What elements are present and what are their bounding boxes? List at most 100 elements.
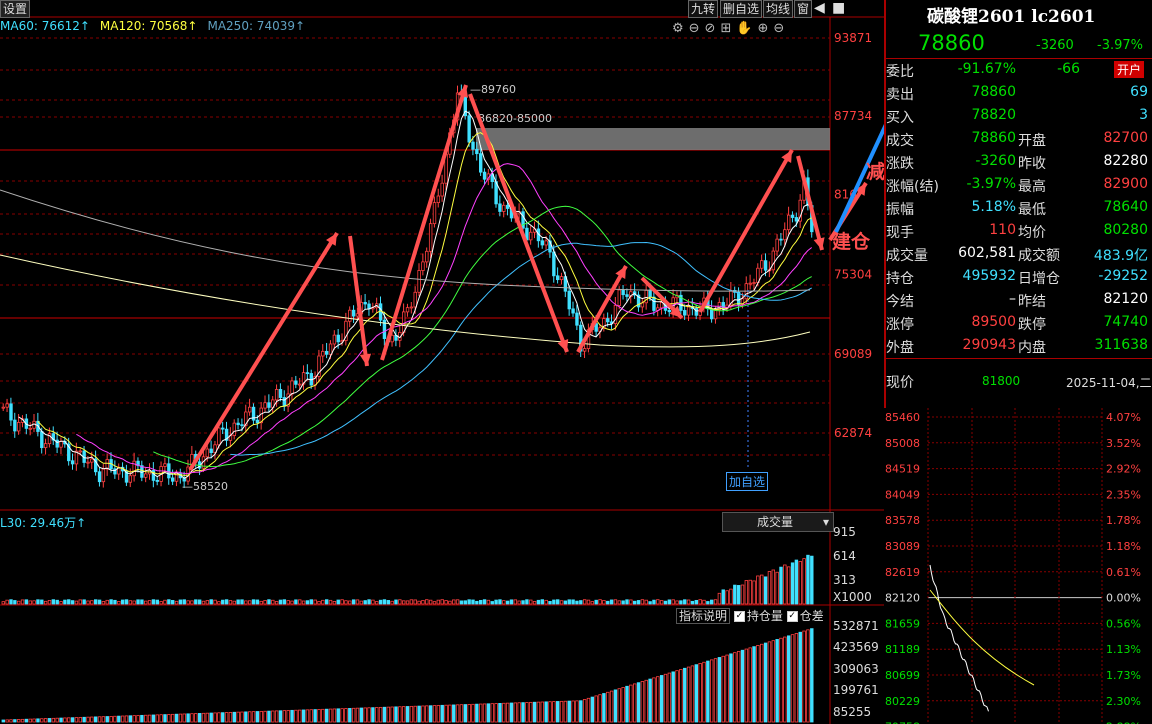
oi-bar — [417, 705, 421, 723]
oi-bar — [598, 694, 602, 723]
oi-bar — [586, 697, 591, 723]
volume-bar — [717, 592, 722, 605]
candle-body — [305, 372, 310, 375]
volume-bar — [444, 600, 448, 605]
quote-value: 78860 — [971, 84, 1016, 100]
oi-bar — [529, 701, 533, 723]
ma-button[interactable]: 均线 — [763, 0, 794, 18]
oi-bar — [94, 716, 98, 723]
intraday-chart[interactable]: 85460 4.07% 85008 3.52% 84519 2.92% 84049 2.35%… — [884, 400, 1152, 724]
oi-bar — [55, 717, 59, 723]
volume-bar — [324, 599, 329, 605]
oi-bar — [375, 707, 379, 723]
volume-bar — [247, 600, 252, 605]
volume-bar — [209, 599, 213, 605]
candle-body — [274, 389, 279, 401]
price-axis-label: 87734 — [834, 109, 872, 123]
oi-bar — [656, 676, 660, 723]
quote-label: 卖出 — [886, 87, 914, 103]
oi-bar — [648, 678, 652, 723]
oi-bar — [806, 629, 810, 723]
prev-icon[interactable]: ◀ — [814, 0, 825, 16]
candle-body — [559, 276, 564, 281]
oi-bar — [625, 685, 629, 723]
oi-bar — [113, 715, 117, 723]
candle-body — [409, 306, 414, 309]
oi-bar — [559, 700, 564, 723]
chevron-down-icon: ▾ — [822, 515, 829, 529]
candle-body — [40, 431, 44, 449]
nine-turn-button[interactable]: 九转 — [688, 0, 719, 18]
close-icon[interactable]: ■ — [832, 0, 845, 16]
settings-button[interactable]: 设置 — [0, 0, 31, 18]
volume-bar — [452, 599, 456, 605]
chart-tool-icons[interactable]: ⚙⊖⊘⊞✋⊕⊖ — [672, 21, 789, 36]
oi-bar — [606, 691, 610, 723]
quote-label-2: 开盘 — [1018, 133, 1046, 149]
oi-bar — [259, 710, 263, 723]
volume-bar — [625, 599, 629, 605]
oi-bar — [224, 712, 229, 723]
open-account-button[interactable]: 开户 — [1113, 61, 1144, 78]
volume-bar — [432, 601, 437, 605]
candle-body — [552, 251, 556, 277]
oi-bar — [463, 704, 467, 723]
oi-bar — [621, 687, 625, 723]
volume-bar — [644, 599, 648, 605]
diff-checkbox[interactable]: ✓ 仓差 — [786, 609, 824, 623]
volume-bar — [467, 599, 471, 605]
oi-bar — [760, 643, 764, 723]
oi-bar — [748, 647, 752, 723]
candle-body — [775, 238, 779, 252]
volume-bar — [606, 600, 610, 605]
remove-own-button[interactable]: 删自选 — [720, 0, 763, 18]
volume-bar — [251, 599, 256, 605]
volume-bar — [182, 599, 186, 605]
candle-body — [278, 389, 283, 398]
candle-body — [790, 214, 795, 218]
volume-bar — [244, 600, 248, 605]
volume-bar — [556, 599, 560, 605]
oi-bar — [401, 706, 406, 723]
quote-label: 成交 — [886, 133, 914, 149]
indicator-desc[interactable]: 指标说明 — [676, 608, 731, 624]
volume-bar — [694, 599, 698, 605]
volume-bar — [448, 600, 452, 605]
volume-select[interactable]: 成交量 ▾ — [722, 512, 834, 532]
volume-bar — [5, 599, 9, 605]
candle-body — [502, 204, 506, 212]
quote-value: 110 — [989, 222, 1016, 238]
oi-bar — [51, 717, 56, 723]
volume-bar — [525, 599, 529, 605]
oi-checkbox[interactable]: ✓ 持仓量 — [733, 609, 783, 623]
window-button[interactable]: 窗 — [794, 0, 813, 18]
quote-row: 成交 78860 开盘 82700 — [884, 128, 1152, 150]
volume-bar — [721, 589, 725, 605]
oi-bar — [706, 660, 710, 723]
oi-bar — [794, 633, 799, 723]
volume-bar — [636, 600, 641, 605]
oi-bar — [209, 712, 213, 723]
add-favorite-button[interactable]: 加自选 — [726, 472, 769, 491]
ma-legend: MA60: 76612↑ MA120: 70568↑ MA250: 74039↑ — [0, 19, 305, 37]
candle-body — [529, 231, 533, 241]
intraday-pct-label: 2.30% — [1106, 695, 1141, 708]
candle-body — [575, 312, 579, 326]
oi-bar — [159, 714, 163, 723]
oi-bar — [170, 713, 175, 723]
candle-body — [28, 427, 32, 430]
oi-bar — [367, 707, 371, 723]
quote-label-2: 最高 — [1018, 179, 1046, 195]
volume-axis-label: 313 — [833, 573, 856, 587]
volume-bar — [544, 599, 548, 605]
oi-bar — [659, 675, 664, 723]
resistance-zone — [476, 128, 830, 150]
volume-bar — [413, 599, 417, 605]
candle-body — [582, 348, 587, 352]
oi-bar — [344, 708, 348, 723]
volume-bar — [317, 601, 321, 605]
oi-bar — [667, 672, 672, 723]
candle-body — [167, 463, 171, 479]
volume-bar — [351, 599, 356, 605]
oi-bar — [740, 649, 745, 723]
